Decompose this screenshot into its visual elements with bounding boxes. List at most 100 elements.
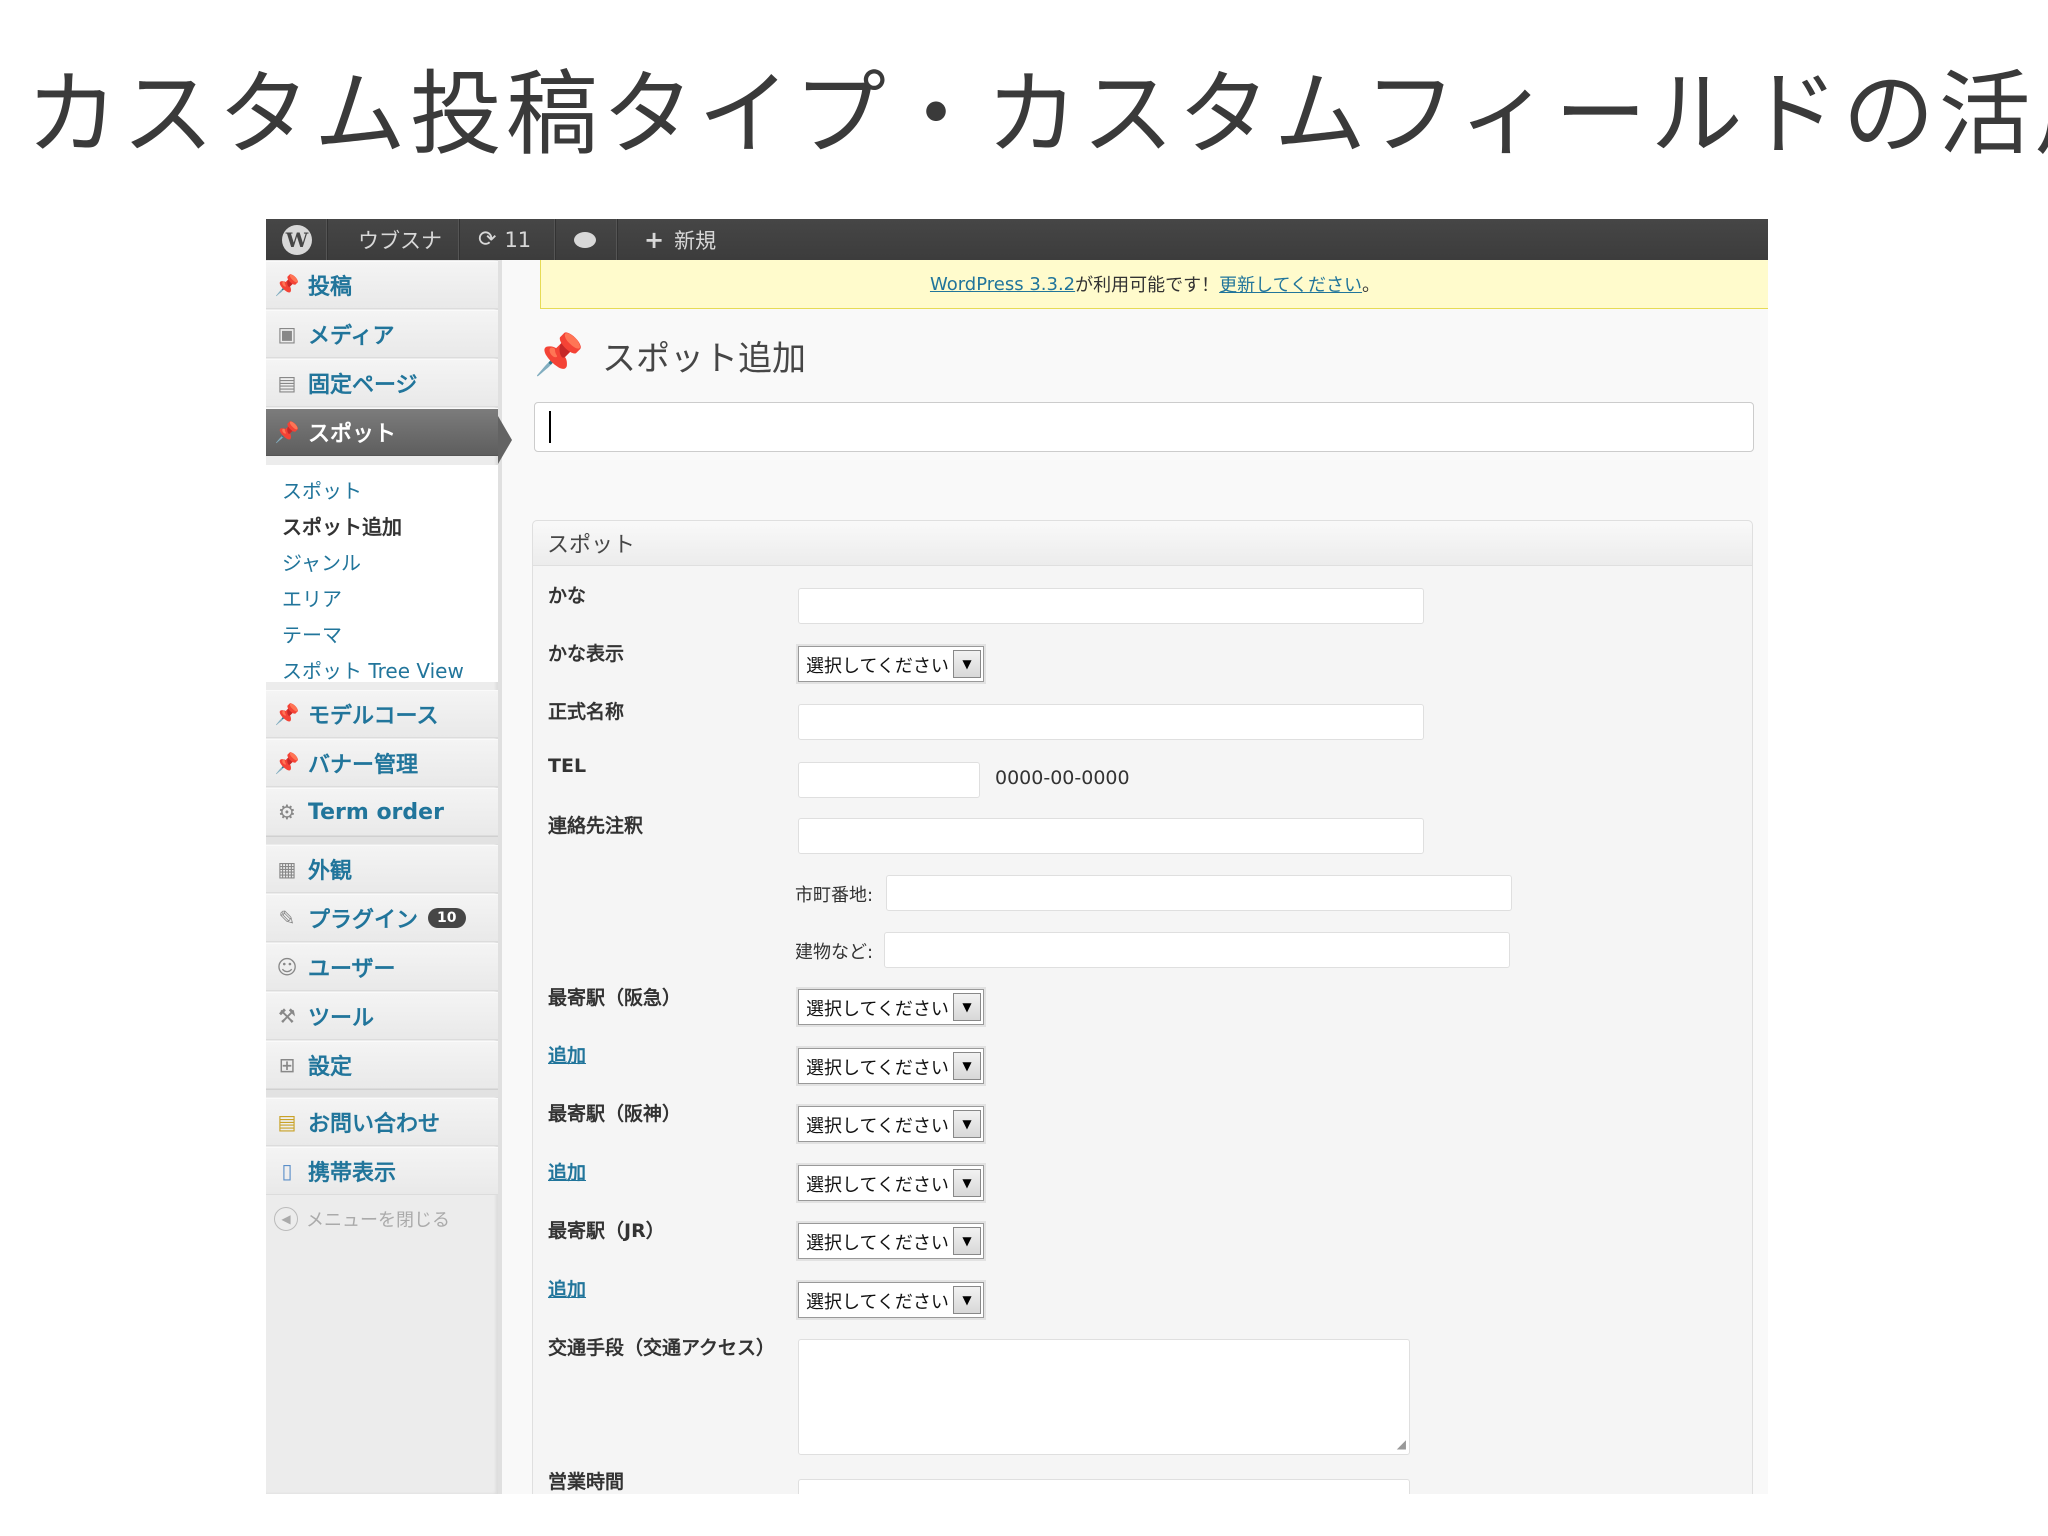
wordpress-logo-icon: W xyxy=(282,224,312,255)
hours-textarea[interactable] xyxy=(798,1479,1410,1494)
update-now-link[interactable]: 更新してください xyxy=(1219,271,1362,297)
pin-icon: 📌 xyxy=(274,273,300,297)
submenu-spot-list[interactable]: スポット xyxy=(282,475,362,504)
menu-banner[interactable]: 📌 バナー管理 xyxy=(266,739,498,787)
site-name-link[interactable]: ウブスナ xyxy=(358,219,442,260)
add-station-hanshin-link[interactable]: 追加 xyxy=(548,1158,586,1185)
page-title: スポット追加 xyxy=(602,339,806,379)
kana-display-select[interactable]: 選択してください ▼ xyxy=(798,646,984,682)
new-label: 新規 xyxy=(674,228,717,253)
contact-icon: ▤ xyxy=(277,1110,297,1134)
post-title-input[interactable] xyxy=(534,402,1754,452)
submenu-theme[interactable]: テーマ xyxy=(282,619,342,648)
station-jr-select[interactable]: 選択してください ▼ xyxy=(798,1223,984,1259)
menu-tools[interactable]: ⚒ ツール xyxy=(266,992,498,1040)
station-jr-select-2[interactable]: 選択してください ▼ xyxy=(798,1282,984,1318)
menu-spot[interactable]: 📌 スポット xyxy=(266,408,498,456)
gear-icon: ⚙ xyxy=(278,800,296,824)
station-hanshin-select-2[interactable]: 選択してください ▼ xyxy=(798,1165,984,1201)
admin-sidebar: 📌 投稿 ▣ メディア ▤ 固定ページ 📌 スポット スポット スポット追加 ジ… xyxy=(266,260,512,1494)
appearance-icon: ▦ xyxy=(277,857,297,881)
menu-settings[interactable]: ⊞ 設定 xyxy=(266,1041,498,1089)
menu-label: お問い合わせ xyxy=(308,1112,441,1137)
station-hankyu-select[interactable]: 選択してください ▼ xyxy=(798,989,984,1025)
select-value: 選択してください xyxy=(806,1292,949,1313)
media-icon: ▣ xyxy=(277,322,297,346)
submenu-genre[interactable]: ジャンル xyxy=(282,547,361,576)
menu-label: ユーザー xyxy=(308,957,396,982)
menu-plugins[interactable]: ✎ プラグイン 10 xyxy=(266,894,498,942)
kana-input[interactable] xyxy=(798,588,1424,624)
select-value: 選択してください xyxy=(806,999,949,1020)
pin-icon: 📌 xyxy=(274,751,300,775)
label-official-name: 正式名称 xyxy=(548,701,625,723)
spot-submenu: スポット スポット追加 ジャンル エリア テーマ スポット Tree View xyxy=(266,465,498,684)
menu-label: バナー管理 xyxy=(308,753,419,778)
dropdown-arrow-icon: ▼ xyxy=(953,1227,981,1255)
wordpress-version-link[interactable]: WordPress 3.3.2 xyxy=(930,274,1075,295)
pages-icon: ▤ xyxy=(277,371,297,395)
comment-bubble-icon xyxy=(574,231,596,248)
notice-end: 。 xyxy=(1362,275,1381,296)
official-name-input[interactable] xyxy=(798,704,1424,740)
wp-logo-button[interactable]: W xyxy=(282,219,312,260)
settings-icon: ⊞ xyxy=(278,1053,296,1077)
transport-textarea[interactable]: ◢ xyxy=(798,1339,1410,1455)
submenu-area[interactable]: エリア xyxy=(282,583,342,612)
menu-label: 投稿 xyxy=(308,275,353,300)
pin-icon: 📌 xyxy=(274,420,300,444)
menu-label: メディア xyxy=(308,324,395,349)
address-building-input[interactable] xyxy=(884,932,1510,968)
menu-appearance[interactable]: ▦ 外観 xyxy=(266,845,498,893)
contact-note-input[interactable] xyxy=(798,818,1424,854)
add-station-hankyu-link[interactable]: 追加 xyxy=(548,1041,586,1068)
menu-mobile[interactable]: ▯ 携帯表示 xyxy=(266,1147,498,1195)
address-city-input[interactable] xyxy=(886,875,1512,911)
menu-posts[interactable]: 📌 投稿 xyxy=(266,261,498,309)
tools-icon: ⚒ xyxy=(278,1004,296,1028)
station-hankyu-select-2[interactable]: 選択してください ▼ xyxy=(798,1048,984,1084)
label-hours: 営業時間 xyxy=(548,1471,625,1493)
station-hanshin-select[interactable]: 選択してください ▼ xyxy=(798,1106,984,1142)
submenu-spot-add[interactable]: スポット追加 xyxy=(282,511,402,540)
menu-separator xyxy=(266,836,498,844)
add-station-jr-link[interactable]: 追加 xyxy=(548,1275,586,1302)
updates-link[interactable]: ⟳ 11 xyxy=(478,219,531,260)
menu-label: ツール xyxy=(308,1006,375,1031)
dropdown-arrow-icon: ▼ xyxy=(953,1169,981,1197)
comments-link[interactable] xyxy=(574,219,596,260)
menu-separator xyxy=(266,1089,498,1097)
select-value: 選択してください xyxy=(806,1116,949,1137)
collapse-menu-button[interactable]: ◀ メニューを閉じる xyxy=(266,1196,498,1242)
resize-grip-icon: ◢ xyxy=(1396,1437,1406,1451)
menu-term-order[interactable]: ⚙ Term order xyxy=(266,788,498,836)
menu-media[interactable]: ▣ メディア xyxy=(266,310,498,358)
menu-label: プラグイン xyxy=(308,908,419,933)
mobile-icon: ▯ xyxy=(281,1159,293,1183)
label-transport: 交通手段（交通アクセス） xyxy=(548,1337,776,1359)
menu-contact[interactable]: ▤ お問い合わせ xyxy=(266,1098,498,1146)
collapse-arrow-icon: ◀ xyxy=(274,1207,298,1231)
refresh-icon: ⟳ xyxy=(478,227,497,252)
submenu-tree-view[interactable]: スポット Tree View xyxy=(282,655,464,684)
menu-users[interactable]: ☺ ユーザー xyxy=(266,943,498,991)
plugin-icon: ✎ xyxy=(278,906,296,930)
label-kana: かな xyxy=(548,585,587,607)
dropdown-arrow-icon: ▼ xyxy=(953,1110,981,1138)
select-value: 選択してください xyxy=(806,1233,949,1254)
label-tel: TEL xyxy=(548,755,587,777)
current-menu-arrow xyxy=(498,416,512,464)
select-value: 選択してください xyxy=(806,656,949,677)
label-address-building: 建物など: xyxy=(795,942,874,963)
new-content-link[interactable]: + 新規 xyxy=(644,219,716,260)
menu-label: 外観 xyxy=(308,859,353,884)
updates-count: 11 xyxy=(504,227,532,252)
tel-input[interactable] xyxy=(798,762,980,798)
plugin-update-badge: 10 xyxy=(428,908,466,928)
menu-pages[interactable]: ▤ 固定ページ xyxy=(266,359,498,407)
collapse-label: メニューを閉じる xyxy=(306,1210,450,1231)
menu-model-course[interactable]: 📌 モデルコース xyxy=(266,690,498,738)
users-icon: ☺ xyxy=(276,955,298,979)
admin-bar: W ウブスナ ⟳ 11 + 新規 xyxy=(266,219,1768,260)
slide-title: カスタム投稿タイプ・カスタムフィールドの活用 xyxy=(26,61,2048,168)
